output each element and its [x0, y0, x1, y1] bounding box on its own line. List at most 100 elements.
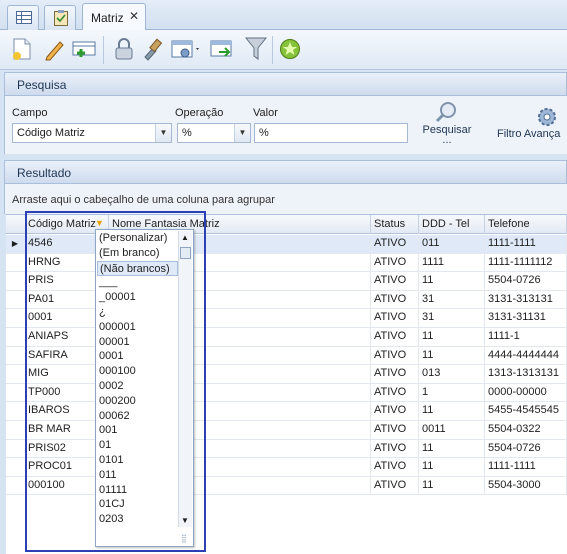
brush-button[interactable]: [138, 34, 166, 64]
table-cell[interactable]: ATIVO: [371, 328, 419, 346]
lock-button[interactable]: [109, 34, 137, 64]
table-cell[interactable]: ATIVO: [371, 309, 419, 328]
column-filter-dropdown[interactable]: (Personalizar) (Em branco) (Não brancos) __…: [95, 229, 194, 547]
table-cell[interactable]: 011: [419, 235, 485, 253]
scroll-up-icon[interactable]: ▲: [181, 233, 189, 242]
operacao-select[interactable]: % ▼: [177, 123, 251, 143]
filter-list-item[interactable]: 01111: [97, 483, 178, 498]
filter-button[interactable]: [242, 34, 270, 64]
table-cell[interactable]: ATIVO: [371, 253, 419, 272]
valor-input[interactable]: %: [254, 123, 408, 143]
view-settings-button[interactable]: [168, 34, 204, 64]
table-cell[interactable]: 3131-31131: [485, 309, 567, 328]
filter-list-item[interactable]: 0001: [97, 349, 178, 364]
filter-list-item[interactable]: (Não brancos): [97, 260, 178, 276]
pesquisar-button[interactable]: Pesquisar ...: [417, 100, 477, 146]
table-cell[interactable]: 1111: [419, 253, 485, 272]
chevron-down-icon[interactable]: ▼: [234, 124, 250, 142]
filter-list-item[interactable]: 01: [97, 438, 178, 453]
filter-list-item[interactable]: 000001: [97, 320, 178, 335]
filter-list-item[interactable]: 000100: [97, 364, 178, 379]
edit-button[interactable]: [40, 34, 68, 64]
table-cell[interactable]: ATIVO: [371, 235, 419, 253]
chevron-down-icon[interactable]: ▼: [155, 124, 171, 142]
table-cell[interactable]: 31: [419, 309, 485, 328]
table-cell[interactable]: 0011: [419, 421, 485, 439]
table-cell[interactable]: 1111-1111: [485, 235, 567, 253]
filter-list-item[interactable]: 00062: [97, 409, 178, 424]
table-cell[interactable]: ATIVO: [371, 346, 419, 365]
table-cell[interactable]: 1111-1: [485, 328, 567, 346]
filter-scrollbar[interactable]: ▲ ▼: [178, 231, 192, 527]
filtro-avancado-button[interactable]: Filtro Avança: [495, 106, 567, 140]
filter-list-item[interactable]: (Personalizar): [97, 231, 178, 246]
table-cell[interactable]: 11: [419, 458, 485, 477]
table-cell[interactable]: 11: [419, 346, 485, 365]
group-panel[interactable]: Arraste aqui o cabeçalho de uma coluna p…: [4, 184, 567, 214]
export-button[interactable]: [208, 34, 236, 64]
tab-checklist[interactable]: [44, 5, 76, 30]
table-cell[interactable]: 0000-00000: [485, 383, 567, 402]
table-cell[interactable]: ATIVO: [371, 402, 419, 421]
filter-list-item[interactable]: ¿: [97, 305, 178, 320]
filter-list-item[interactable]: 011: [97, 468, 178, 483]
table-cell[interactable]: 11: [419, 476, 485, 495]
table-cell[interactable]: 5504-0322: [485, 421, 567, 439]
table-cell[interactable]: 31: [419, 290, 485, 309]
tab-matriz[interactable]: Matriz ✕: [82, 3, 146, 31]
resize-grip-icon[interactable]: ⣿: [181, 534, 191, 544]
column-header-status[interactable]: Status: [371, 215, 419, 234]
filter-list-item[interactable]: 01CJ: [97, 497, 178, 512]
table-cell[interactable]: ATIVO: [371, 290, 419, 309]
close-icon[interactable]: ✕: [129, 9, 139, 23]
column-header-telefone[interactable]: Telefone: [485, 215, 567, 234]
table-cell[interactable]: 1111-1111112: [485, 253, 567, 272]
table-cell[interactable]: 5455-4545545: [485, 402, 567, 421]
scroll-down-icon[interactable]: ▼: [181, 516, 189, 525]
row-indicator: [6, 384, 24, 402]
filter-list-item[interactable]: 0002: [97, 379, 178, 394]
filter-list-item[interactable]: 000200: [97, 394, 178, 409]
table-cell[interactable]: 11: [419, 439, 485, 458]
search-panel-header[interactable]: Pesquisa: [4, 72, 567, 96]
new-button[interactable]: [8, 34, 36, 64]
table-cell[interactable]: 5504-0726: [485, 272, 567, 291]
table-cell[interactable]: 5504-3000: [485, 476, 567, 495]
table-cell[interactable]: ATIVO: [371, 272, 419, 291]
add-row-button[interactable]: [70, 34, 98, 64]
table-cell[interactable]: 3131-313131: [485, 290, 567, 309]
table-cell[interactable]: ATIVO: [371, 439, 419, 458]
table-cell[interactable]: 11: [419, 272, 485, 291]
table-cell[interactable]: ATIVO: [371, 365, 419, 384]
table-cell[interactable]: 1313-1313131: [485, 365, 567, 384]
campo-select[interactable]: Código Matriz ▼: [12, 123, 172, 143]
table-cell[interactable]: 013: [419, 365, 485, 384]
table-cell[interactable]: 1111-1111: [485, 458, 567, 477]
filter-list-item[interactable]: 001: [97, 423, 178, 438]
result-panel-header[interactable]: Resultado: [4, 160, 567, 184]
export-icon: [210, 40, 232, 57]
filter-list-item[interactable]: ___: [97, 275, 178, 290]
filter-list-item[interactable]: 00001: [97, 335, 178, 350]
table-cell[interactable]: 5504-0726: [485, 439, 567, 458]
row-indicator: [6, 421, 24, 439]
table-cell[interactable]: ATIVO: [371, 421, 419, 439]
operacao-label: Operação: [175, 107, 224, 119]
table-cell[interactable]: 11: [419, 328, 485, 346]
favorite-button[interactable]: [276, 34, 304, 64]
column-header-ddd[interactable]: DDD - Tel: [419, 215, 485, 234]
table-cell[interactable]: ATIVO: [371, 476, 419, 495]
table-cell[interactable]: 4444-4444444: [485, 346, 567, 365]
scroll-thumb[interactable]: [180, 247, 191, 259]
filter-list-item[interactable]: 0203: [97, 512, 178, 527]
table-cell[interactable]: 1: [419, 383, 485, 402]
row-indicator: [6, 440, 24, 458]
filter-list-item[interactable]: 0101: [97, 453, 178, 468]
table-cell[interactable]: 11: [419, 402, 485, 421]
table-cell[interactable]: ATIVO: [371, 383, 419, 402]
gear-icon: [538, 108, 556, 126]
tab-grid-view[interactable]: [7, 5, 39, 30]
filter-list-item[interactable]: (Em branco): [97, 246, 178, 261]
table-cell[interactable]: ATIVO: [371, 458, 419, 477]
filter-list-item[interactable]: _00001: [97, 290, 178, 305]
